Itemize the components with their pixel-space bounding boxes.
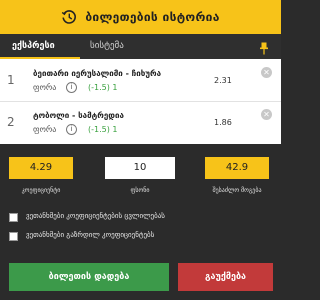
bet-row: 1 ბეითარი იერუსალიმი - ჩიხურა ფორა i (-1… [0, 60, 281, 102]
info-icon[interactable]: i [66, 82, 77, 93]
bet-row: 2 ტობოლი - სამტრედია ფორა i (-1.5) 1 1.8… [0, 102, 281, 144]
bet-selection: (-1.5) 1 [88, 83, 118, 92]
remove-bet-icon[interactable]: ✕ [261, 67, 272, 78]
bet-match: ბეითარი იერუსალიმი - ჩიხურა [33, 69, 162, 78]
bet-index: 2 [7, 115, 15, 129]
bet-index: 1 [7, 73, 15, 87]
pin-icon[interactable] [259, 40, 269, 59]
coefficient-label: კოეფიციენტი [21, 187, 61, 194]
tab-system[interactable]: სისტემა [90, 34, 150, 59]
accept-odds-change-checkbox[interactable] [9, 213, 18, 222]
possible-win: 42.9 [205, 157, 269, 179]
tab-express[interactable]: ექსპრესი [12, 34, 72, 59]
bet-odd: 1.86 [214, 118, 232, 127]
stake-input[interactable]: 10 [105, 157, 175, 179]
bet-odd: 2.31 [214, 76, 232, 85]
place-bet-button[interactable]: ბილეთის დადება [9, 263, 169, 291]
bet-type-tabs: ექსპრესი სისტემა [0, 34, 281, 59]
history-clock-icon [61, 9, 77, 25]
possible-win-label: შესაძლო მოგება [212, 187, 262, 194]
bet-market: ფორა [33, 125, 57, 134]
accept-higher-odds-label: ვეთანხმები გაზრდილ კოეფიციენტებს [26, 231, 155, 239]
bet-options: ვეთანხმები კოეფიციენტების ცვლილებას ვეთა… [0, 206, 281, 256]
total-coefficient: 4.29 [9, 157, 73, 179]
info-icon[interactable]: i [66, 124, 77, 135]
bet-market: ფორა [33, 83, 57, 92]
accept-higher-odds-checkbox[interactable] [9, 232, 18, 241]
cancel-button[interactable]: გაუქმება [178, 263, 273, 291]
header-bar: ბილეთების ისტორია [0, 0, 281, 34]
stake-label: ფსონი [130, 187, 150, 194]
page-title: ბილეთების ისტორია [85, 10, 220, 24]
remove-bet-icon[interactable]: ✕ [261, 109, 272, 120]
bet-list: 1 ბეითარი იერუსალიმი - ჩიხურა ფორა i (-1… [0, 59, 281, 144]
accept-odds-change-label: ვეთანხმები კოეფიციენტების ცვლილებას [26, 212, 165, 220]
bet-totals: 4.29 10 42.9 კოეფიციენტი ფსონი შესაძლო მ… [0, 144, 281, 206]
bet-selection: (-1.5) 1 [88, 125, 118, 134]
bet-match: ტობოლი - სამტრედია [33, 111, 124, 120]
